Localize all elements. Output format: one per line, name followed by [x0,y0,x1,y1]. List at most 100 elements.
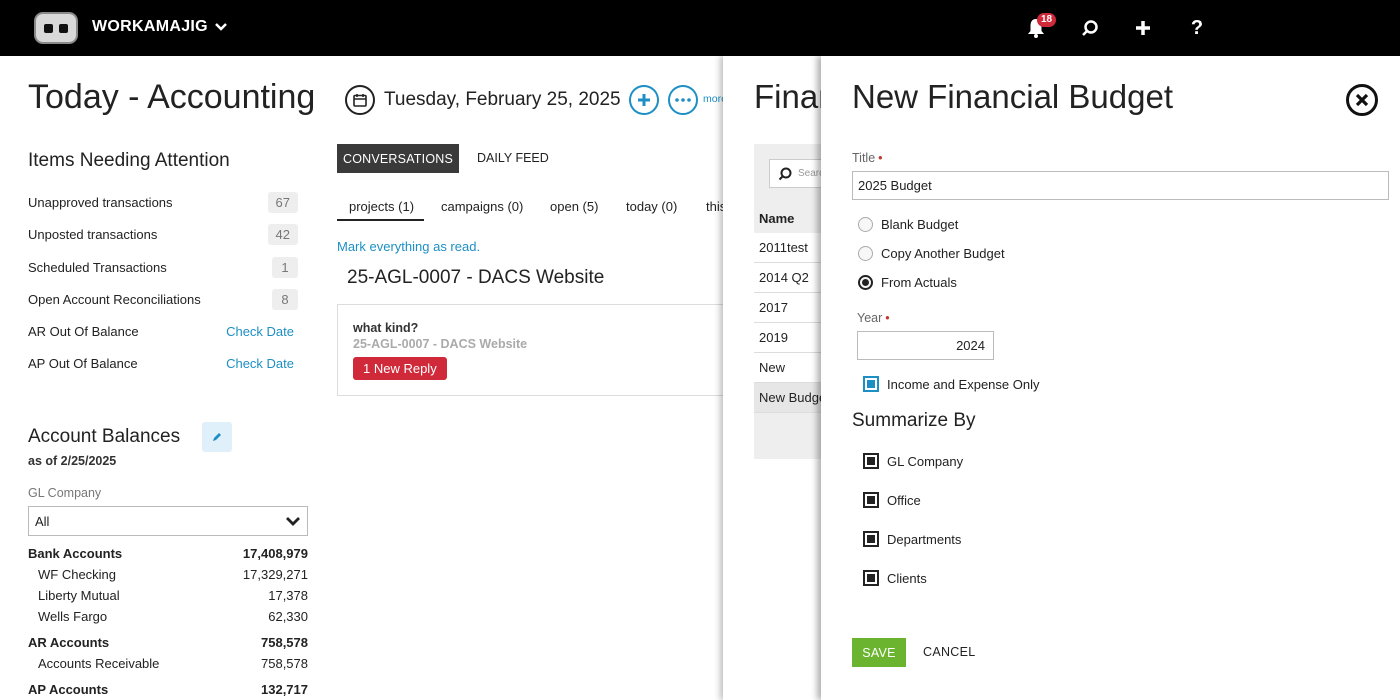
conversation-question: what kind? [353,321,419,335]
attention-count: 42 [267,223,298,245]
attention-count: 8 [272,288,298,310]
checkbox[interactable] [863,531,879,547]
attention-label: AR Out Of Balance [28,323,139,339]
balance-label: Wells Fargo [38,609,108,624]
balance-value: 17,329,271 [242,567,308,582]
checkbox-label: Income and Expense Only [887,376,1040,392]
summarize-office[interactable]: Office [863,492,921,508]
ellipsis-icon [675,98,691,102]
gl-company-select[interactable]: All [28,506,308,536]
title-input[interactable]: 2025 Budget [852,171,1389,200]
conversation-card[interactable]: what kind? 25-AGL-0007 - DACS Website 1 … [337,304,723,396]
check-date-link[interactable]: Check Date [226,356,298,371]
radio-label: From Actuals [881,275,957,290]
new-financial-budget-panel: New Financial Budget Title • 2025 Budget … [821,56,1400,700]
close-icon [1355,93,1369,107]
conversation-project: 25-AGL-0007 - DACS Website [353,337,528,351]
attention-label: Scheduled Transactions [28,259,167,275]
attention-count: 1 [272,256,298,278]
radio-label: Copy Another Budget [881,246,1005,261]
attention-row-reconciliations[interactable]: Open Account Reconciliations 8 [28,287,298,311]
balance-row-liberty-mutual: Liberty Mutual 17,378 [28,585,308,606]
summarize-departments[interactable]: Departments [863,531,961,547]
gl-company-value: All [35,514,50,529]
edit-balances-button[interactable] [202,422,232,452]
subtab-today[interactable]: today (0) [626,199,677,214]
balances-as-of: as of 2/25/2025 [28,454,117,468]
year-input[interactable]: 2024 [857,331,994,360]
page-title: Today - Accounting [28,78,316,116]
balance-row-wf-checking: WF Checking 17,329,271 [28,564,308,585]
balance-value: 17,378 [268,588,308,603]
attention-label: Unposted transactions [28,226,158,242]
checkbox-label: Office [887,492,921,508]
brand-label: WORKAMAJIG [92,18,208,35]
search-icon[interactable] [1078,16,1102,40]
radio-from-actuals[interactable]: From Actuals [858,275,957,290]
subtab-campaigns[interactable]: campaigns (0) [441,199,523,214]
year-label-text: Year [857,311,883,325]
cancel-button[interactable]: CANCEL [923,645,976,659]
summarize-gl-company[interactable]: GL Company [863,453,963,469]
balance-row-ar-accounts: AR Accounts 758,578 [28,632,308,653]
mark-all-read-link[interactable]: Mark everything as read. [337,239,480,254]
workamajig-logo[interactable] [34,12,78,44]
attention-label: Unapproved transactions [28,194,173,210]
check-date-link[interactable]: Check Date [226,324,298,339]
balance-label: Accounts Receivable [38,656,160,671]
radio-blank-budget[interactable]: Blank Budget [858,217,958,232]
gl-company-label: GL Company [28,486,102,500]
project-title: 25-AGL-0007 - DACS Website [347,267,605,288]
summarize-by-title: Summarize By [852,410,976,431]
radio-button[interactable] [858,246,873,261]
more-options-button[interactable] [668,85,698,115]
summarize-clients[interactable]: Clients [863,570,927,586]
brand-menu[interactable]: WORKAMAJIG [92,18,228,36]
close-button[interactable] [1346,84,1378,116]
balance-value: 132,717 [261,682,308,697]
balance-label: Bank Accounts [28,546,123,561]
subtab-projects[interactable]: projects (1) [349,199,414,214]
attention-row-scheduled[interactable]: Scheduled Transactions 1 [28,255,298,279]
attention-label: Open Account Reconciliations [28,291,201,307]
balance-value: 62,330 [268,609,308,624]
checkbox-label: Clients [887,570,927,586]
balance-value: 758,578 [261,656,308,671]
radio-button[interactable] [858,217,873,232]
subtab-open[interactable]: open (5) [550,199,598,214]
tab-conversations[interactable]: CONVERSATIONS [337,144,459,173]
checkbox[interactable] [863,376,879,392]
top-bar: WORKAMAJIG 18 ? [0,0,1400,56]
plus-icon[interactable] [1131,16,1155,40]
tab-daily-feed[interactable]: DAILY FEED [477,151,549,165]
balance-row-ap-accounts: AP Accounts 132,717 [28,679,308,700]
required-indicator: • [878,151,883,165]
new-reply-button[interactable]: 1 New Reply [353,357,447,380]
date-picker [345,85,375,115]
save-button[interactable]: SAVE [852,638,906,667]
radio-label: Blank Budget [881,217,959,232]
title-label-text: Title [852,151,876,165]
calendar-icon[interactable] [345,85,375,115]
checkbox[interactable] [863,570,879,586]
balance-row-bank-accounts: Bank Accounts 17,408,979 [28,543,308,564]
balance-label: WF Checking [38,567,117,582]
checkbox-label: GL Company [887,453,964,469]
chevron-down-icon [286,517,300,526]
income-expense-only-checkbox[interactable]: Income and Expense Only [863,376,1039,392]
attention-row-ap-out-of-balance: AP Out Of Balance Check Date [28,351,298,375]
attention-row-unapproved[interactable]: Unapproved transactions 67 [28,190,298,214]
checkbox[interactable] [863,453,879,469]
balance-row-wells-fargo: Wells Fargo 62,330 [28,606,308,627]
radio-button-selected[interactable] [858,275,873,290]
radio-copy-budget[interactable]: Copy Another Budget [858,246,1005,261]
help-icon[interactable]: ? [1185,16,1209,40]
checkbox[interactable] [863,492,879,508]
attention-count: 67 [267,191,298,213]
attention-row-unposted[interactable]: Unposted transactions 42 [28,222,298,246]
balance-label: Liberty Mutual [38,588,120,603]
add-button[interactable] [629,85,659,115]
balance-row-accounts-receivable: Accounts Receivable 758,578 [28,653,308,674]
balance-label: AP Accounts [28,682,109,697]
attention-label: AP Out Of Balance [28,355,138,371]
